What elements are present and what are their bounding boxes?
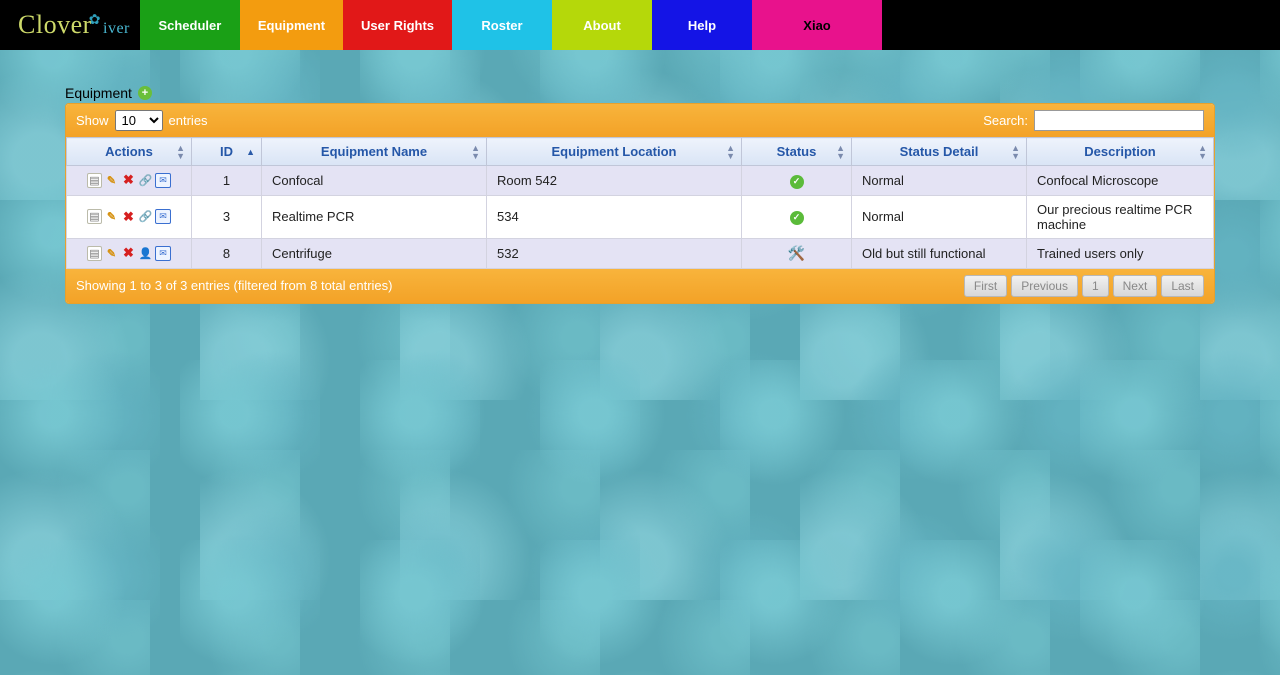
sort-icon: ▲▼ [1198, 144, 1207, 160]
cell-location: 532 [487, 238, 742, 268]
cell-status: 🛠️ [742, 238, 852, 268]
entries-per-page-select[interactable]: 102550100 [115, 110, 163, 131]
col-header-location[interactable]: Equipment Location▲▼ [487, 138, 742, 166]
pager-next-button[interactable]: Next [1113, 275, 1158, 297]
cell-description: Confocal Microscope [1027, 166, 1214, 196]
add-equipment-icon[interactable]: + [138, 86, 152, 100]
delete-icon[interactable]: ✖ [121, 173, 136, 188]
sort-icon: ▲▼ [1011, 144, 1020, 160]
status-ok-icon: ✓ [790, 175, 804, 189]
mail-icon[interactable]: ✉ [155, 173, 171, 188]
nav-help[interactable]: Help [652, 0, 752, 50]
sort-icon: ▲▼ [836, 144, 845, 160]
col-header-actions[interactable]: Actions▲▼ [67, 138, 192, 166]
cell-description: Our precious realtime PCR machine [1027, 195, 1214, 238]
cell-id: 1 [192, 166, 262, 196]
cell-status: ✓ [742, 195, 852, 238]
cell-id: 3 [192, 195, 262, 238]
cell-name: Realtime PCR [262, 195, 487, 238]
cell-description: Trained users only [1027, 238, 1214, 268]
nav-equipment[interactable]: Equipment [240, 0, 343, 50]
col-header-name[interactable]: Equipment Name▲▼ [262, 138, 487, 166]
col-header-detail[interactable]: Status Detail▲▼ [852, 138, 1027, 166]
cell-detail: Normal [852, 166, 1027, 196]
entries-label: entries [169, 113, 208, 128]
sort-icon: ▲▼ [726, 144, 735, 160]
sort-icon: ▲▼ [471, 144, 480, 160]
delete-icon[interactable]: ✖ [121, 246, 136, 261]
brand-part2: iver [103, 20, 130, 38]
brand-part1: Clover [18, 10, 92, 40]
page-title: Equipment [65, 85, 132, 101]
cell-detail: Normal [852, 195, 1027, 238]
table-row: ▤✎✖👤✉ 8Centrifuge532 🛠️ Old but still funct… [67, 238, 1214, 268]
view-icon[interactable]: ▤ [87, 246, 102, 261]
table-controls-bar: Show 102550100 entries Search: [66, 104, 1214, 137]
cell-location: 534 [487, 195, 742, 238]
col-header-description[interactable]: Description▲▼ [1027, 138, 1214, 166]
nav-scheduler[interactable]: Scheduler [140, 0, 240, 50]
table-row: ▤✎✖🔗✉ 3Realtime PCR534 ✓ NormalOur precious… [67, 195, 1214, 238]
cell-location: Room 542 [487, 166, 742, 196]
search-label: Search: [983, 113, 1028, 128]
cell-name: Centrifuge [262, 238, 487, 268]
link-icon[interactable]: 🔗 [138, 173, 153, 188]
col-header-status[interactable]: Status▲▼ [742, 138, 852, 166]
brand-logo[interactable]: Clover✿iver [0, 0, 140, 50]
view-icon[interactable]: ▤ [87, 173, 102, 188]
nav-roster[interactable]: Roster [452, 0, 552, 50]
delete-icon[interactable]: ✖ [121, 209, 136, 224]
table-row: ▤✎✖🔗✉ 1ConfocalRoom 542 ✓ NormalConfocal Mi… [67, 166, 1214, 196]
nav-current-user[interactable]: Xiao [752, 0, 882, 50]
edit-icon[interactable]: ✎ [104, 209, 119, 224]
pager-first-button[interactable]: First [964, 275, 1007, 297]
equipment-table: Actions▲▼ ID▲ Equipment Name▲▼ Equipment… [66, 137, 1214, 269]
table-info-text: Showing 1 to 3 of 3 entries (filtered fr… [76, 278, 393, 293]
show-label: Show [76, 113, 109, 128]
pager-previous-button[interactable]: Previous [1011, 275, 1078, 297]
link-icon[interactable]: 🔗 [138, 209, 153, 224]
cell-id: 8 [192, 238, 262, 268]
equipment-table-panel: Show 102550100 entries Search: Actions▲▼… [65, 103, 1215, 304]
edit-icon[interactable]: ✎ [104, 173, 119, 188]
pager-last-button[interactable]: Last [1161, 275, 1204, 297]
cell-name: Confocal [262, 166, 487, 196]
status-ok-icon: ✓ [790, 211, 804, 225]
col-header-id[interactable]: ID▲ [192, 138, 262, 166]
nav-about[interactable]: About [552, 0, 652, 50]
nav-user-rights[interactable]: User Rights [343, 0, 452, 50]
edit-icon[interactable]: ✎ [104, 246, 119, 261]
pager-page-1-button[interactable]: 1 [1082, 275, 1109, 297]
sort-icon: ▲▼ [176, 144, 185, 160]
sort-asc-icon: ▲ [246, 148, 255, 156]
view-icon[interactable]: ▤ [87, 209, 102, 224]
pager: First Previous 1 Next Last [964, 275, 1204, 297]
cell-detail: Old but still functional [852, 238, 1027, 268]
cell-status: ✓ [742, 166, 852, 196]
mail-icon[interactable]: ✉ [155, 209, 171, 224]
flower-icon: ✿ [89, 12, 101, 29]
trained-users-icon[interactable]: 👤 [138, 246, 153, 261]
status-warn-icon: 🛠️ [788, 245, 805, 262]
search-input[interactable] [1034, 110, 1204, 131]
table-footer-bar: Showing 1 to 3 of 3 entries (filtered fr… [66, 269, 1214, 303]
mail-icon[interactable]: ✉ [155, 246, 171, 261]
top-nav: Clover✿iver Scheduler Equipment User Rig… [0, 0, 1280, 50]
